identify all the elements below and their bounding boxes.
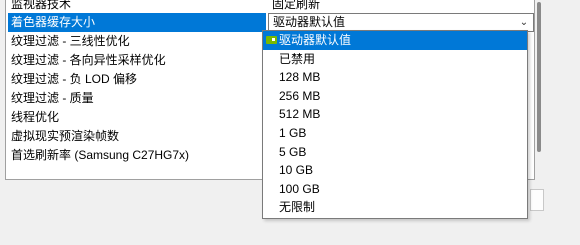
setting-value: 固定刷新	[272, 0, 321, 11]
dropdown-option[interactable]: 100 GB	[263, 180, 527, 199]
dropdown-option[interactable]: 驱动器默认值	[263, 31, 527, 50]
scrollbar-thumb[interactable]	[537, 2, 541, 152]
dropdown-option[interactable]: 已禁用	[263, 50, 527, 69]
option-label: 512 MB	[279, 107, 321, 122]
setting-name: 纹理过滤 - 各向异性采样优化	[11, 53, 166, 67]
dropdown-option[interactable]: 1 GB	[263, 124, 527, 143]
dropdown-option[interactable]: 256 MB	[263, 87, 527, 106]
setting-name: 虚拟现实预渲染帧数	[11, 129, 120, 143]
partial-button[interactable]	[530, 189, 544, 211]
dropdown-option[interactable]: 512 MB	[263, 105, 527, 124]
option-label: 已禁用	[279, 51, 316, 66]
option-label: 无限制	[279, 200, 316, 215]
option-label: 128 MB	[279, 70, 321, 85]
dropdown-option[interactable]: 无限制	[263, 198, 527, 217]
dropdown-option[interactable]: 10 GB	[263, 161, 527, 180]
settings-row[interactable]: 监视器技术 固定刷新	[6, 0, 534, 14]
setting-name: 纹理过滤 - 负 LOD 偏移	[11, 72, 138, 86]
shader-cache-size-dropdown: 驱动器默认值 已禁用 128 MB 256 MB 512 MB 1 GB 5 G…	[262, 30, 528, 219]
option-label: 100 GB	[279, 181, 320, 196]
setting-name: 监视器技术	[11, 0, 72, 11]
setting-name: 线程优化	[11, 110, 60, 124]
select-value: 驱动器默认值	[273, 15, 346, 29]
option-label: 256 MB	[279, 88, 321, 103]
option-label: 1 GB	[279, 126, 307, 140]
nvidia-settings-panel: 监视器技术 固定刷新 着色器缓存大小 驱动器默认值 ⌄ 纹理过滤 - 三线性优化…	[0, 0, 580, 245]
setting-name: 着色器缓存大小	[8, 13, 266, 32]
vertical-scrollbar[interactable]	[535, 0, 543, 180]
dropdown-option[interactable]: 128 MB	[263, 68, 527, 87]
option-label: 驱动器默认值	[279, 33, 352, 47]
option-label: 10 GB	[279, 163, 314, 178]
chevron-down-icon[interactable]: ⌄	[517, 14, 531, 31]
setting-name: 纹理过滤 - 质量	[11, 91, 94, 105]
setting-name: 首选刷新率 (Samsung C27HG7x)	[11, 148, 190, 162]
option-label: 5 GB	[279, 144, 307, 159]
dropdown-option[interactable]: 5 GB	[263, 143, 527, 162]
setting-name: 纹理过滤 - 三线性优化	[11, 34, 130, 48]
nvidia-icon	[266, 36, 277, 44]
